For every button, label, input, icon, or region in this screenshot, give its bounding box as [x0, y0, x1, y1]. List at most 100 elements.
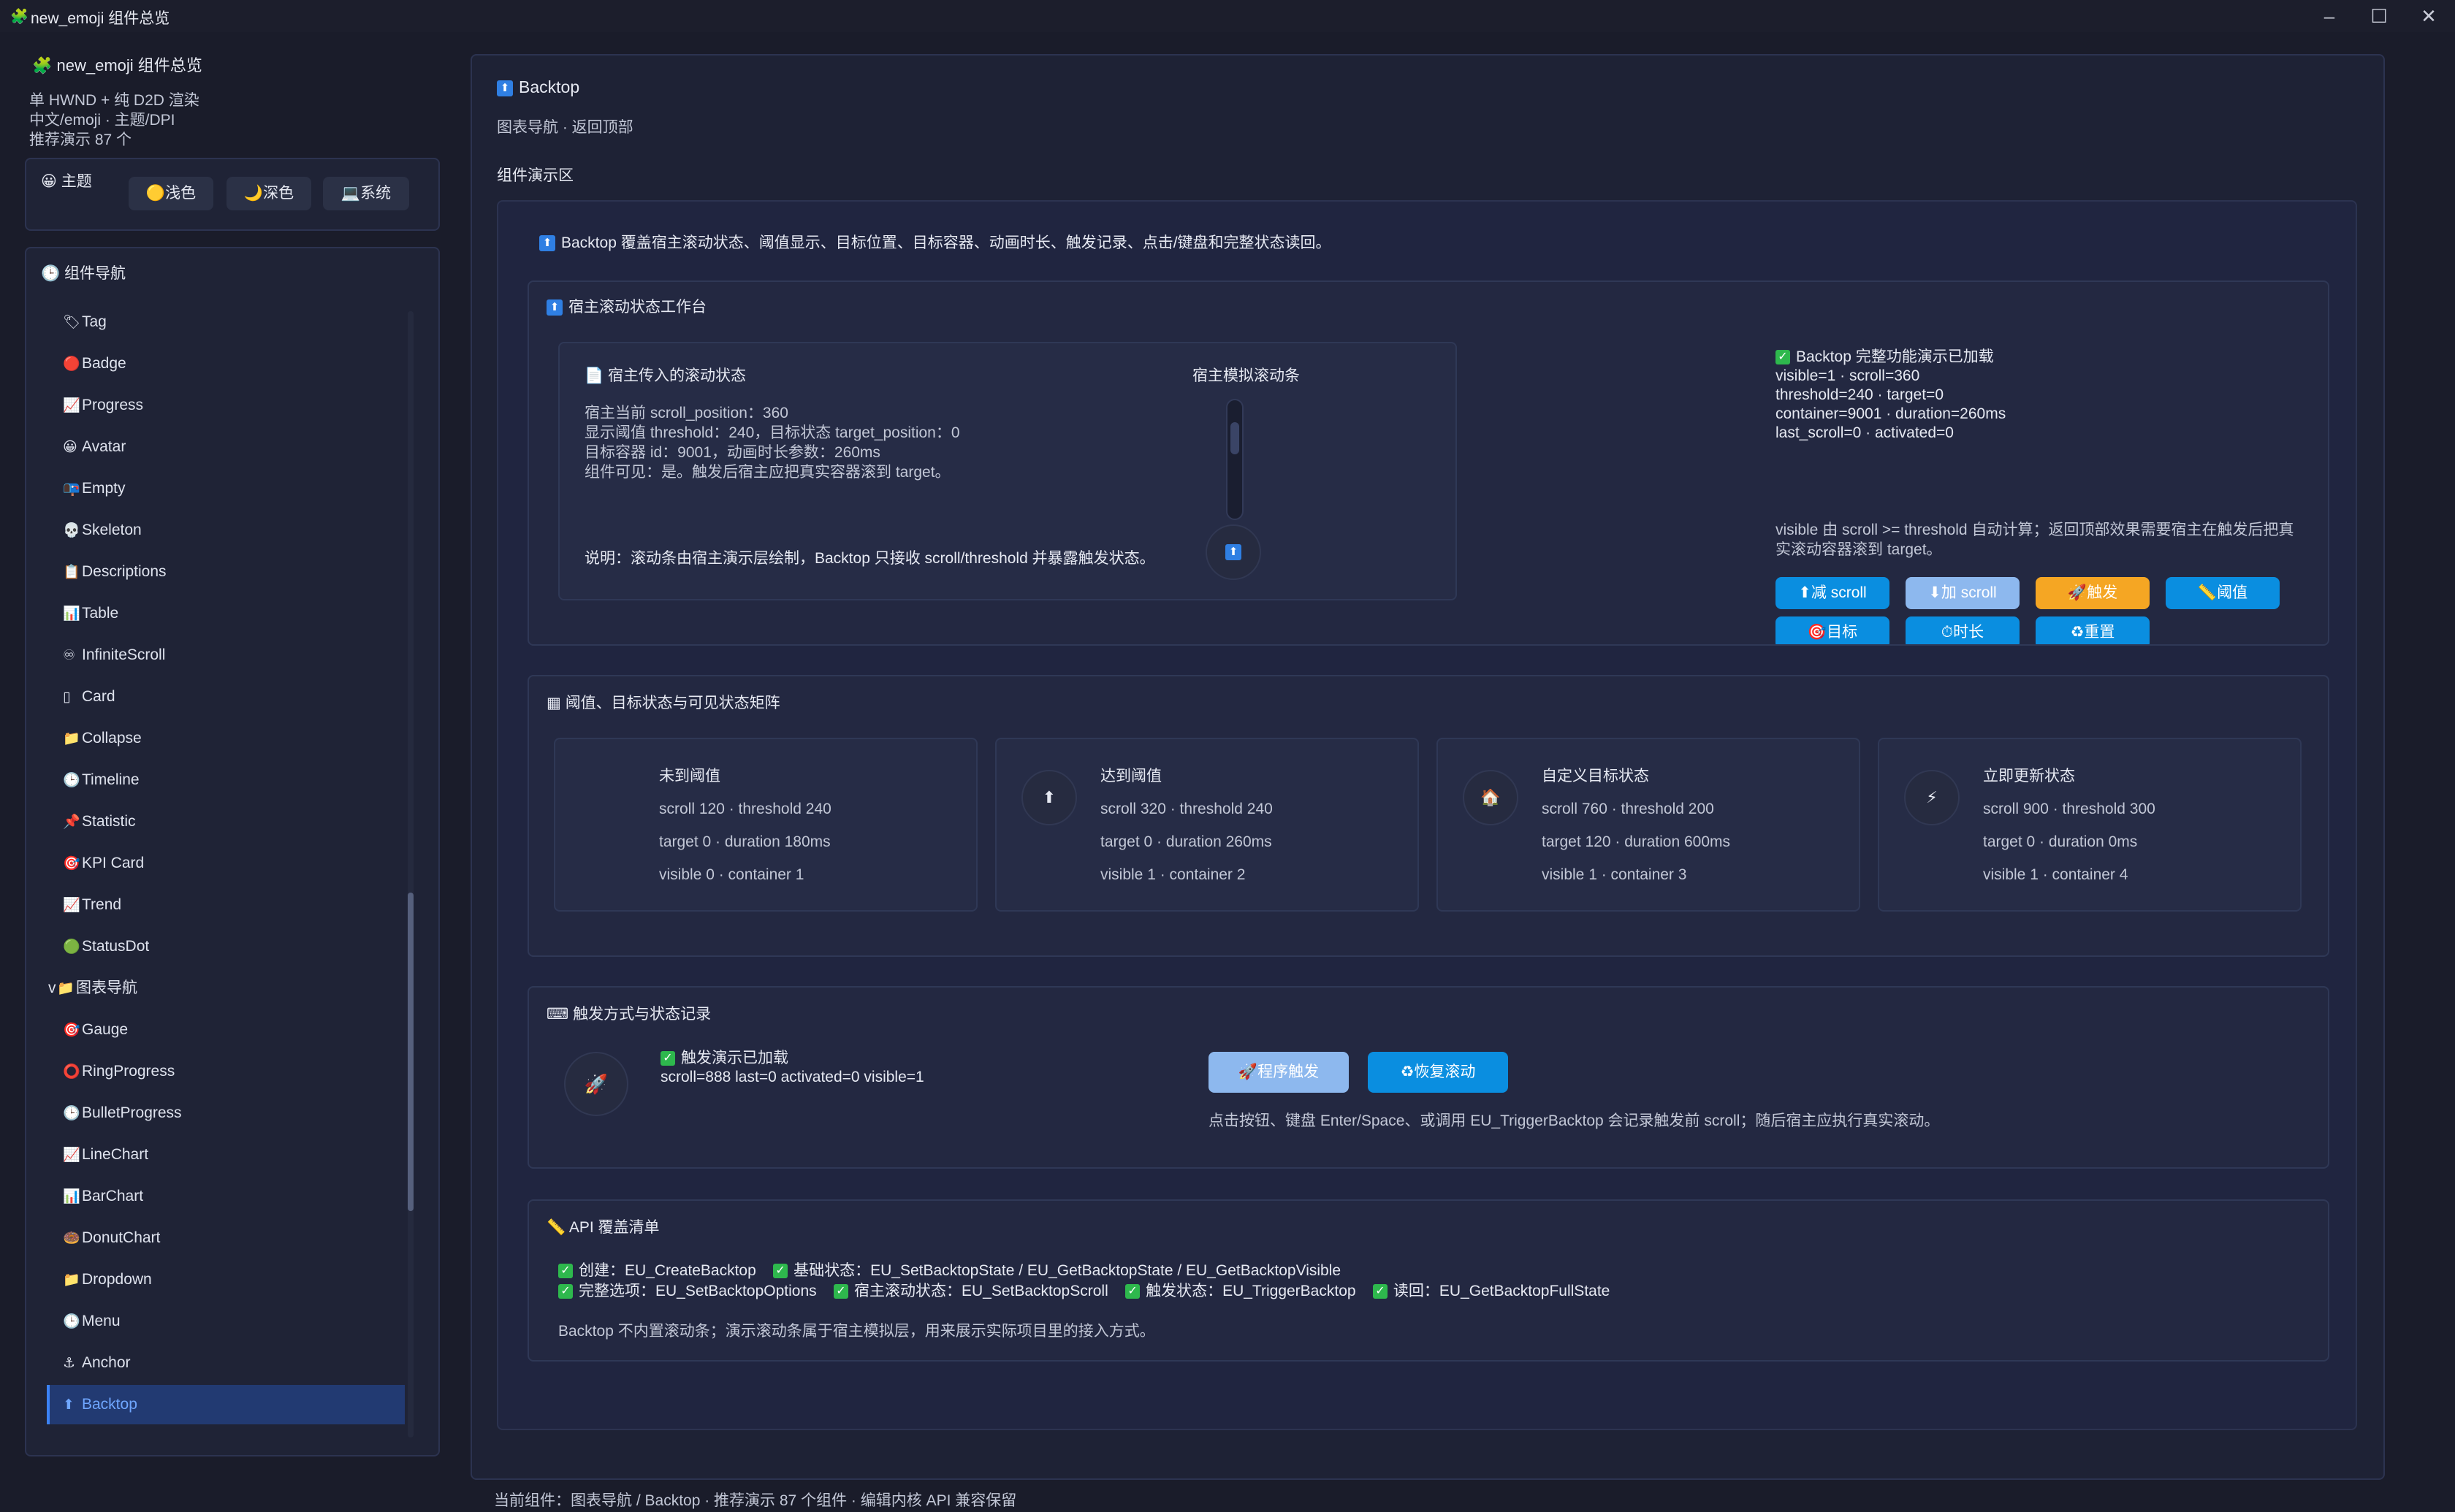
sidebar-item[interactable]: ♾ InfiniteScroll	[47, 635, 405, 675]
check-icon: ✓	[773, 1264, 788, 1279]
workbench-button[interactable]: ⬇加 scroll	[1906, 577, 2020, 609]
explain-text: visible 由 scroll >= threshold 自动计算；返回顶部效…	[1775, 522, 2294, 558]
demo-area-label: 组件演示区	[497, 167, 574, 184]
backtop-button[interactable]: ⬆	[1206, 524, 1261, 580]
matrix-card-line: scroll 120 · threshold 240	[659, 801, 831, 817]
matrix-card-line: scroll 320 · threshold 240	[1100, 801, 1273, 817]
host-scrollbar-track[interactable]	[1226, 399, 1244, 520]
close-button[interactable]: ✕	[2414, 4, 2443, 28]
maximize-button[interactable]: ☐	[2364, 4, 2394, 28]
host-scrollbar-thumb[interactable]	[1230, 422, 1239, 454]
sidebar-item-label: Progress	[82, 397, 144, 413]
sidebar-item[interactable]: 📋 Descriptions	[47, 552, 405, 592]
trigger-title: ⌨ 触发方式与状态记录	[547, 1006, 712, 1023]
api-note: Backtop 不内置滚动条；演示滚动条属于宿主模拟层，用来展示实际项目里的接入…	[558, 1323, 1155, 1340]
restore-scroll-button[interactable]: ♻恢复滚动	[1368, 1052, 1508, 1093]
workbench-button[interactable]: 📏阈值	[2166, 577, 2280, 609]
sidebar-item[interactable]: 📈 Progress	[47, 386, 405, 425]
sidebar-item-label: Timeline	[82, 771, 140, 788]
sidebar-item[interactable]: ⚓ Anchor	[47, 1343, 405, 1383]
workbench-button[interactable]: 🎯目标	[1775, 616, 1889, 644]
matrix-card-title: 自定义目标状态	[1542, 768, 1649, 784]
sidebar-item[interactable]: 🕒 Timeline	[47, 760, 405, 800]
nav-item-icon: 🍩	[63, 1231, 80, 1246]
matrix-card-line: scroll 900 · threshold 300	[1983, 801, 2155, 817]
sidebar-item[interactable]: 🔴 Badge	[47, 344, 405, 383]
sidebar-item[interactable]: 📌 Statistic	[47, 802, 405, 841]
nav-item-icon: 🕒	[63, 773, 80, 788]
host-state-title: 📄 宿主传入的滚动状态	[585, 367, 746, 384]
sidebar-item[interactable]: 📈 Trend	[47, 885, 405, 925]
matrix-card: ⬆ 达到阈值 scroll 320 · threshold 240 target 0 …	[995, 738, 1419, 912]
program-trigger-button[interactable]: 🚀程序触发	[1209, 1052, 1349, 1093]
nav-item-icon: 📁	[63, 731, 80, 747]
check-icon: ✓	[1775, 350, 1790, 365]
nav-item-icon: 🎯	[63, 1023, 80, 1038]
nav-item-icon: 📁	[57, 981, 75, 996]
nav-item-icon: 📈	[63, 898, 80, 913]
workbench-button[interactable]: ⬆减 scroll	[1775, 577, 1889, 609]
document-icon: 📄	[585, 367, 604, 384]
workbench-button[interactable]: ♻重置	[2036, 616, 2150, 644]
matrix-card-title: 立即更新状态	[1983, 768, 2075, 784]
ruler-icon: 📏	[547, 1219, 566, 1236]
trigger-status: ✓ 触发演示已加载 scroll=888 last=0 activated=0 v…	[661, 1050, 924, 1085]
moon-icon: 🌙	[243, 185, 264, 202]
sidebar-item[interactable]: v 📁 图表导航	[47, 969, 405, 1008]
nav-item-icon: 🏷	[63, 315, 81, 330]
matrix-card: ⚡ 立即更新状态 scroll 900 · threshold 300 target …	[1878, 738, 2302, 912]
sidebar-item[interactable]: ⭕ RingProgress	[47, 1052, 405, 1091]
nav-scrollbar-thumb[interactable]	[408, 893, 414, 1211]
info-line: 推荐演示 87 个	[29, 131, 132, 148]
sidebar-item[interactable]: 🎯 KPI Card	[47, 844, 405, 883]
sidebar-item[interactable]: ▯ Card	[47, 677, 405, 717]
check-icon: ✓	[558, 1264, 573, 1279]
matrix-card-icon: 🏠	[1463, 770, 1518, 825]
sidebar-item-label: DonutChart	[82, 1229, 161, 1246]
check-icon: ✓	[558, 1284, 573, 1299]
keyboard-icon: ⌨	[547, 1006, 569, 1023]
sidebar-item[interactable]: 📭 Empty	[47, 469, 405, 508]
sidebar-item[interactable]: 🟢 StatusDot	[47, 927, 405, 966]
sidebar-item[interactable]: 💀 Skeleton	[47, 511, 405, 550]
sidebar-item[interactable]: 🏷Tag	[47, 302, 405, 342]
theme-dark-button[interactable]: 🌙深色	[227, 177, 311, 210]
minimize-button[interactable]: –	[2315, 4, 2344, 28]
sidebar-item[interactable]: 📁 Dropdown	[47, 1260, 405, 1299]
sidebar-item[interactable]: ⬆ Backtop	[47, 1385, 405, 1424]
backtop-icon: ⬆	[497, 80, 513, 96]
chevron-down-icon[interactable]: v	[48, 969, 56, 1008]
sidebar-item[interactable]: 📊 BarChart	[47, 1177, 405, 1216]
sidebar-item[interactable]: 📊 Table	[47, 594, 405, 633]
sidebar-info: 单 HWND + 纯 D2D 渲染 中文/emoji · 主题/DPI 推荐演示…	[29, 91, 199, 150]
workbench-button[interactable]: 🚀触发	[2036, 577, 2150, 609]
sidebar-item[interactable]: 🎯 Gauge	[47, 1010, 405, 1050]
sidebar-item-label: Anchor	[82, 1354, 131, 1371]
sidebar-item[interactable]: 🕒 BulletProgress	[47, 1093, 405, 1133]
trigger-note: 点击按钮、键盘 Enter/Space、或调用 EU_TriggerBackto…	[1209, 1112, 1940, 1129]
rocket-icon: 🚀	[564, 1052, 628, 1116]
demo-area: ⬆ Backtop 覆盖宿主滚动状态、阈值显示、目标位置、目标容器、动画时长、触发…	[497, 200, 2357, 1430]
nav-item-icon: 📭	[63, 481, 80, 497]
workbench-section: ⬆ 宿主滚动状态工作台 📄 宿主传入的滚动状态 宿主当前 scroll_posit…	[528, 280, 2329, 646]
nav-item-icon: 📈	[63, 398, 80, 413]
workbench-buttons: ⬆减 scroll ⬇加 scroll 🚀触发 📏阈值 🎯目标 ⏱时长 ♻重置	[1775, 577, 2331, 644]
nav-item-icon: 😀	[63, 440, 77, 455]
api-section: 📏 API 覆盖清单 ✓ 创建：EU_CreateBacktop ✓ 基础状态：EU…	[528, 1199, 2329, 1362]
sidebar-item[interactable]: 😀 Avatar	[47, 427, 405, 467]
page-subtitle: 图表导航 · 返回顶部	[497, 119, 633, 136]
theme-light-button[interactable]: 🟡浅色	[129, 177, 213, 210]
theme-system-button[interactable]: 💻系统	[323, 177, 409, 210]
nav-list: 🏷Tag 🔴 Badge 📈 Progress 😀 Avatar 📭 Empty 💀 Skeleto…	[47, 299, 405, 1439]
sidebar-item[interactable]: 🍩 DonutChart	[47, 1218, 405, 1258]
sidebar-item[interactable]: 📈 LineChart	[47, 1135, 405, 1175]
sidebar-item[interactable]: 📁 Collapse	[47, 719, 405, 758]
main-panel: ⬆ Backtop 图表导航 · 返回顶部 组件演示区 ⬆ Backtop 覆盖宿主…	[471, 54, 2385, 1480]
nav-item-icon: 🕒	[63, 1106, 80, 1121]
title-bar: 🧩 new_emoji 组件总览 – ☐ ✕	[0, 0, 2455, 32]
workbench-button[interactable]: ⏱时长	[1906, 616, 2020, 644]
sidebar-item-label: KPI Card	[82, 855, 145, 871]
host-state-lines: 宿主当前 scroll_position：360 显示阈值 threshold：…	[585, 405, 960, 481]
nav-scrollbar-track[interactable]	[408, 311, 414, 1437]
sidebar-item[interactable]: 🕒 Menu	[47, 1302, 405, 1341]
